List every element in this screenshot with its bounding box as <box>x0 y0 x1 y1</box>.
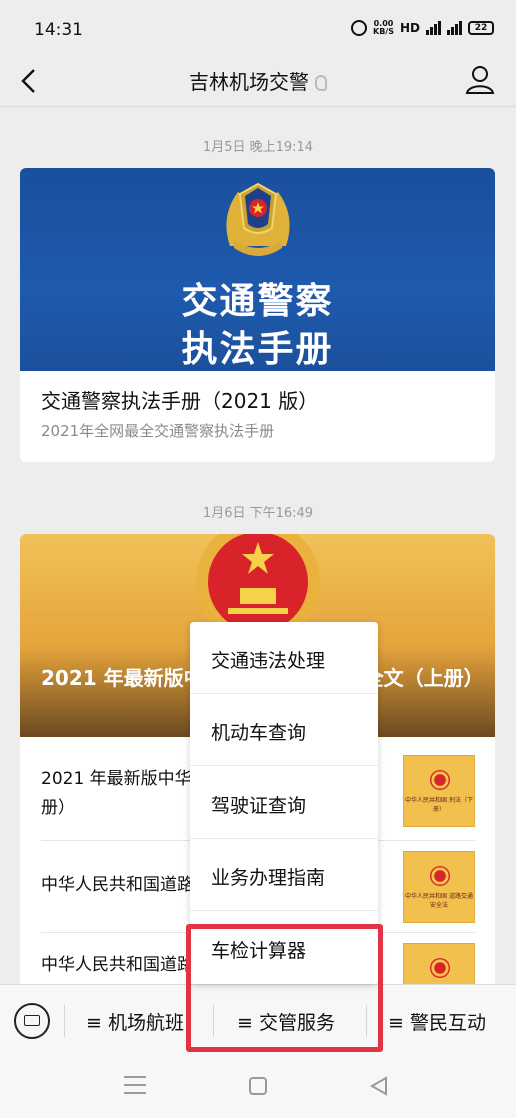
message-timestamp: 1月5日 晚上19:14 <box>202 140 314 155</box>
signal-icon <box>426 21 441 35</box>
menu-item-label: 车检计算器 <box>211 940 307 962</box>
net-speed: 0.00 KB/S <box>373 20 394 36</box>
hd-icon: HD <box>399 21 420 35</box>
battery-icon: 22 <box>468 21 494 35</box>
list-item-thumbnail[interactable]: 中华人民共和国 刑法（下册） <box>403 755 475 827</box>
police-emblem-icon <box>226 182 290 256</box>
title-bar: 吉林机场交警 <box>0 56 516 106</box>
article-cover[interactable]: 交通警察 执法手册 <box>20 168 495 371</box>
status-time: 14:31 <box>34 20 83 40</box>
menu-item-label: 机动车查询 <box>211 722 307 744</box>
keyboard-toggle-icon[interactable] <box>14 1003 50 1039</box>
menu-item-service-guide[interactable]: 业务办理指南 <box>190 839 378 911</box>
recent-apps-icon[interactable] <box>124 1076 146 1094</box>
status-bar: 14:31 0.00 KB/S HD 22 <box>0 0 516 56</box>
header-divider <box>0 106 516 107</box>
submenu-popup: 交通违法处理 机动车查询 驾驶证查询 业务办理指南 车检计算器 <box>190 622 378 984</box>
page-title: 吉林机场交警 <box>189 70 309 94</box>
signal-icon-2 <box>447 21 462 35</box>
emblem-thumb-icon <box>430 770 450 790</box>
system-nav-bar <box>0 1056 516 1118</box>
back-triangle-icon[interactable] <box>368 1075 390 1097</box>
tab-separator <box>64 1005 65 1037</box>
menu-item-violation-handling[interactable]: 交通违法处理 <box>190 622 378 694</box>
article-title[interactable]: 交通警察执法手册（2021 版） <box>41 385 318 414</box>
tab-separator <box>213 1005 214 1037</box>
article-card[interactable]: 交通警察 执法手册 交通警察执法手册（2021 版） 2021年全网最全交通警察… <box>20 168 495 462</box>
tab-separator <box>366 1005 367 1037</box>
tab-traffic-services[interactable]: ≡ 交管服务 <box>237 1008 335 1035</box>
thumb-caption: 中华人民共和国 刑法（下册） <box>405 797 473 813</box>
cover-line-2: 执法手册 <box>181 329 334 370</box>
emblem-thumb-icon <box>430 958 450 978</box>
tab-airport-flights[interactable]: ≡ 机场航班 <box>86 1008 184 1035</box>
tab-police-interaction[interactable]: ≡ 警民互动 <box>388 1008 486 1035</box>
thumb-caption: 中华人民共和国 道路交通安全法 <box>405 893 473 909</box>
home-icon[interactable] <box>249 1077 267 1095</box>
menu-item-license-query[interactable]: 驾驶证查询 <box>190 767 378 839</box>
profile-icon[interactable] <box>464 62 496 96</box>
menu-item-label: 业务办理指南 <box>211 867 326 889</box>
menu-item-label: 驾驶证查询 <box>211 795 307 817</box>
list-item-thumbnail[interactable]: 中华人民共和国 道路交通安全法 <box>403 851 475 923</box>
emblem-thumb-icon <box>430 866 450 886</box>
alarm-icon <box>351 20 367 36</box>
menu-item-inspection-calculator[interactable]: 车检计算器 <box>190 912 378 984</box>
menu-item-label: 交通违法处理 <box>211 650 326 672</box>
ear-icon <box>315 75 327 91</box>
article-desc: 2021年全网最全交通警察执法手册 <box>41 422 275 440</box>
menu-item-vehicle-query[interactable]: 机动车查询 <box>190 694 378 766</box>
cover-line-1: 交通警察 <box>181 281 334 322</box>
page-title-wrap: 吉林机场交警 <box>0 66 516 95</box>
status-icons: 0.00 KB/S HD 22 <box>351 20 494 36</box>
message-timestamp: 1月6日 下午16:49 <box>202 506 314 521</box>
bottom-menu-bar: ≡ 机场航班 ≡ 交管服务 ≡ 警民互动 <box>0 984 516 1056</box>
net-speed-unit: KB/S <box>373 27 394 36</box>
